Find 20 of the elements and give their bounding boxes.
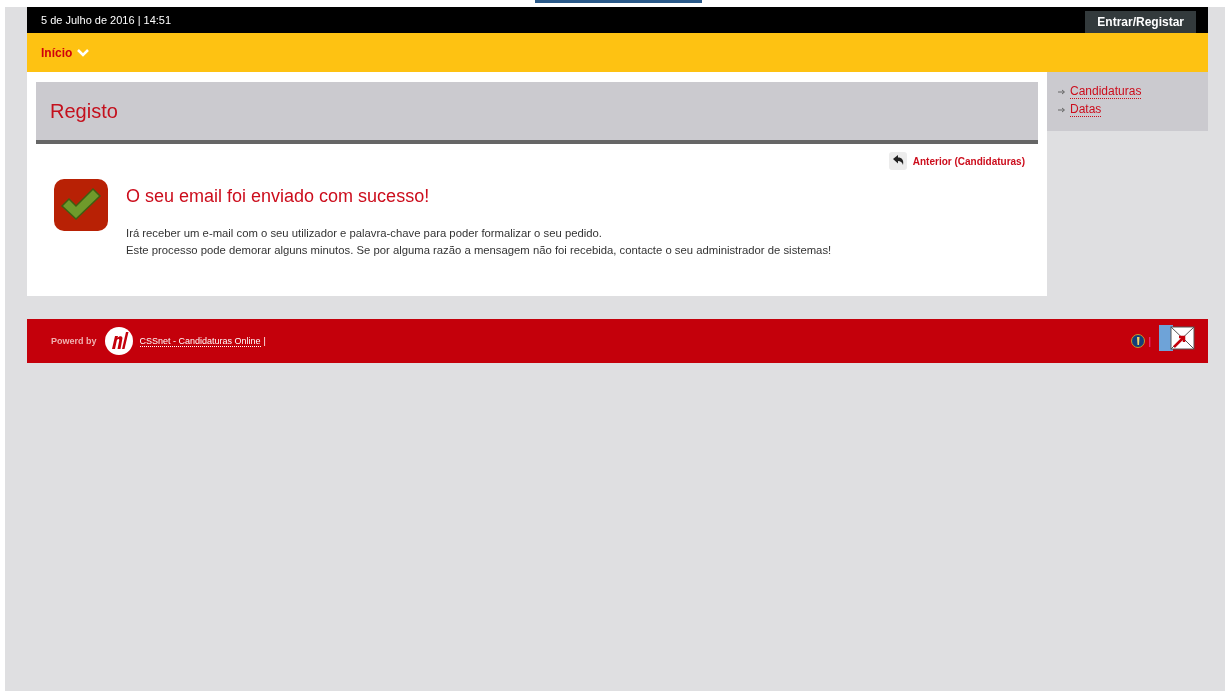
envelope-icon[interactable] (1159, 325, 1195, 351)
date-time: 5 de Julho de 2016 | 14:51 (41, 14, 172, 26)
sidebar-link[interactable]: Datas (1070, 103, 1102, 117)
success-heading: O seu email foi enviado com sucesso! (126, 186, 431, 207)
separator: | (1148, 335, 1151, 347)
back-link[interactable]: Anterior (Candidaturas) (912, 155, 1025, 167)
login-button[interactable]: Entrar/Registar (1085, 11, 1196, 33)
nav-item[interactable]: Início (41, 45, 73, 60)
globe-icon[interactable] (1131, 334, 1146, 348)
logo-icon (104, 327, 133, 355)
message-text: Irá receber um e-mail com o seu utilizador e palavra-chave para poder formalizar o seu pedido. (126, 226, 603, 241)
message-text: Este processo pode demorar alguns minutos. Se por alguma razão a mensagem não foi recebida, contacte o seu administrador de sistemas! (126, 243, 832, 258)
arrow-icon (1058, 107, 1066, 113)
sidebar-link[interactable]: Candidaturas (1070, 85, 1142, 99)
checkmark-icon (54, 179, 108, 231)
footer-link[interactable]: CSSnet - Candidaturas Online (139, 335, 261, 347)
separator: | (263, 336, 266, 346)
powered-by-label: Powerd by (51, 336, 97, 346)
page-title: Registo (50, 99, 118, 123)
arrow-icon (1058, 89, 1066, 95)
